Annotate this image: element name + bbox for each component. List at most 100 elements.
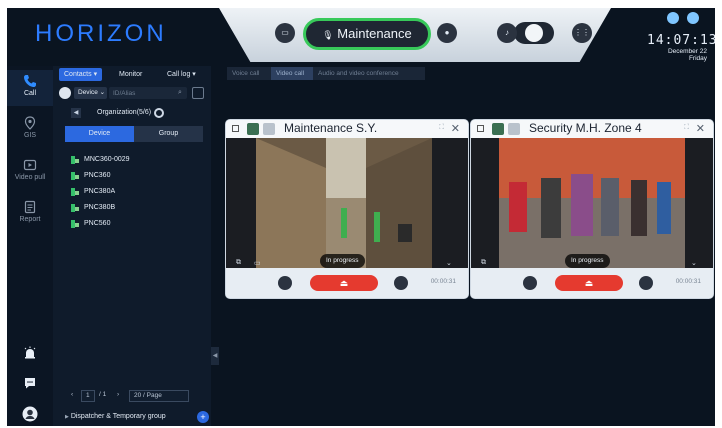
record-icon[interactable]: ▭: [254, 259, 261, 267]
active-call-pill[interactable]: 🎙 Maintenance: [303, 18, 431, 50]
list-item[interactable]: PNC380A: [71, 184, 130, 200]
list-item[interactable]: MNC360-0029: [71, 152, 130, 168]
rail-label-report: Report: [19, 216, 41, 223]
speaker-icon: [525, 24, 543, 42]
call-status-badge: In progress: [320, 254, 365, 268]
search-input[interactable]: [109, 87, 187, 99]
device-group-toggle: Device Group: [65, 126, 203, 142]
expand-caret-icon: ▶: [65, 414, 69, 420]
filter-icon[interactable]: [192, 87, 204, 99]
device-icon: [492, 123, 504, 135]
list-item[interactable]: PNC560: [71, 216, 130, 232]
select-checkbox[interactable]: [477, 125, 484, 132]
clock-date: December 22: [667, 48, 707, 55]
volume-icon[interactable]: [523, 276, 537, 290]
mic-button-icon[interactable]: ♪: [497, 23, 517, 43]
pagination: ‹ 1 / 1 › 20 / Page: [71, 390, 207, 402]
clock-weekday: Friday: [688, 55, 707, 62]
device-online-icon: [71, 204, 80, 212]
hangup-button[interactable]: ⏏: [310, 275, 378, 291]
tab-conference[interactable]: Audio and video conference: [313, 67, 425, 80]
target-icon[interactable]: [59, 87, 71, 99]
organization-label: Organization(5/6): [97, 109, 152, 116]
close-icon[interactable]: ✕: [696, 122, 705, 135]
mute-icon[interactable]: [394, 276, 408, 290]
clock-time: 14:07:13: [647, 33, 715, 48]
speaker-toggle[interactable]: [514, 22, 554, 44]
call-controls: ⏏ 00:00:31: [226, 268, 468, 298]
report-icon: [24, 200, 36, 214]
mic-icon: 🎙: [322, 30, 334, 40]
segment-group[interactable]: Group: [134, 126, 203, 142]
rail-label-gis: GIS: [23, 132, 37, 139]
phone-status-icon: [667, 12, 679, 24]
search-icon[interactable]: ⌕: [178, 89, 182, 97]
card-title: Maintenance S.Y.: [284, 121, 378, 135]
user-avatar-icon[interactable]: [22, 406, 38, 422]
tab-voice-call[interactable]: Voice call: [227, 67, 271, 80]
contacts-tabs: Contacts ▾ Monitor Call log ▾: [59, 68, 209, 82]
brand-logo: HORIZON: [35, 20, 167, 47]
device-list: MNC360-0029 PNC360 PNC380A PNC380B PNC56…: [71, 152, 130, 232]
device-online-icon: [71, 156, 80, 164]
tab-video-call[interactable]: Video call: [271, 67, 313, 80]
snapshot-icon[interactable]: ⧉: [481, 259, 486, 267]
call-control-bar: ▭ 🎙 Maintenance ● ♪ ⋮⋮: [219, 8, 611, 62]
message-icon[interactable]: [23, 376, 37, 390]
device-online-icon: [71, 188, 80, 196]
snapshot-icon[interactable]: ⧉: [236, 259, 241, 267]
select-checkbox[interactable]: [232, 125, 239, 132]
prev-page-button[interactable]: ‹: [71, 391, 73, 398]
device-online-icon: [71, 172, 80, 180]
mute-icon[interactable]: [639, 276, 653, 290]
rail-item-call[interactable]: Call: [7, 70, 53, 106]
rail-item-video-pull[interactable]: Video pull: [7, 154, 53, 190]
video-feed[interactable]: In progress ⧉ ⌄: [471, 138, 713, 268]
page-size-select[interactable]: 20 / Page: [129, 390, 189, 402]
video-feed[interactable]: In progress ⧉ ▭ ⌄: [226, 138, 468, 268]
alarm-bell-icon[interactable]: [23, 346, 37, 360]
tab-call-log[interactable]: Call log ▾: [167, 68, 196, 81]
call-card-maintenance: Maintenance S.Y. ⛶ ✕ In progress ⧉ ▭ ⌄ ⏏…: [226, 120, 468, 298]
card-title: Security M.H. Zone 4: [529, 121, 642, 135]
segment-device[interactable]: Device: [65, 126, 134, 142]
call-controls: ⏏ 00:00:31: [471, 268, 713, 298]
card-header: Security M.H. Zone 4 ⛶ ✕: [471, 120, 713, 138]
collapse-panel-button[interactable]: ◀: [211, 347, 219, 365]
dispatcher-group-row[interactable]: ▶ Dispatcher & Temporary group +: [65, 410, 211, 424]
call-status-badge: In progress: [565, 254, 610, 268]
keyboard-icon[interactable]: ▭: [275, 23, 295, 43]
chevron-down-icon[interactable]: ⌄: [446, 259, 452, 267]
expand-icon[interactable]: ⛶: [684, 124, 689, 132]
rail-label-call: Call: [23, 90, 37, 97]
video-icon: [23, 159, 37, 171]
rail-item-report[interactable]: Report: [7, 196, 53, 232]
hangup-button[interactable]: ⏏: [555, 275, 623, 291]
back-arrow-icon[interactable]: ◀: [71, 108, 81, 118]
video-frame-alley: [226, 138, 468, 268]
list-item[interactable]: PNC380B: [71, 200, 130, 216]
organization-settings-icon[interactable]: [154, 108, 164, 118]
device-type-select[interactable]: Device ⌄: [74, 87, 107, 99]
page-input[interactable]: 1: [81, 390, 95, 402]
map-pin-icon: [24, 116, 36, 130]
list-item[interactable]: PNC360: [71, 168, 130, 184]
volume-icon[interactable]: [278, 276, 292, 290]
organization-row: ◀ Organization(5/6): [59, 106, 209, 120]
device-icon: [247, 123, 259, 135]
channel-icon: [263, 123, 275, 135]
dialpad-icon[interactable]: ⋮⋮: [572, 23, 592, 43]
left-rail: Call GIS Video pull Report: [7, 66, 53, 426]
active-call-label: Maintenance: [337, 26, 412, 41]
rail-item-gis[interactable]: GIS: [7, 112, 53, 148]
add-group-button[interactable]: +: [197, 411, 209, 423]
video-frame-crowd: [471, 138, 713, 268]
next-page-button[interactable]: ›: [117, 391, 119, 398]
chat-bubble-icon[interactable]: ●: [437, 23, 457, 43]
chevron-down-icon[interactable]: ⌄: [691, 259, 697, 267]
tab-contacts[interactable]: Contacts ▾: [59, 68, 103, 81]
close-icon[interactable]: ✕: [451, 122, 460, 135]
expand-icon[interactable]: ⛶: [439, 124, 444, 132]
tab-monitor[interactable]: Monitor: [119, 68, 142, 81]
page-total: / 1: [99, 391, 107, 398]
